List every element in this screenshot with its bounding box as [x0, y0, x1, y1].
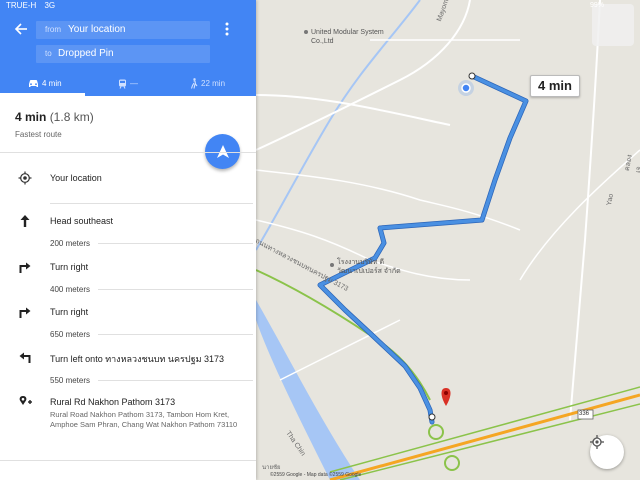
poi-company-label: United Modular System Co.,Ltd — [311, 29, 384, 45]
carrier-label: TRUE-H — [6, 1, 37, 10]
step-destination-text: Rural Rd Nakhon Pathom 3173 — [50, 397, 176, 407]
tab-drive-label: 4 min — [42, 78, 62, 88]
route-end-dot — [428, 413, 436, 421]
tab-transit[interactable]: — — [118, 71, 138, 96]
directions-header: TRUE-H 3G from Your location to Dropped Pi… — [0, 0, 256, 96]
tab-transit-label: — — [130, 78, 138, 88]
road-shield-label: 336 — [579, 411, 590, 417]
roundabout — [428, 424, 444, 440]
poi-thai-label-1: โรงงานบริษัท ดี — [337, 259, 384, 266]
minor-road — [255, 0, 471, 151]
step-divider — [50, 203, 253, 204]
step-divider — [98, 380, 253, 381]
river — [256, 300, 360, 480]
turn-right-icon — [18, 260, 32, 274]
step-divider — [98, 243, 253, 244]
origin-field-label: from — [45, 25, 61, 34]
map-attribution: ©2559 Google - Map data ©2559 Google — [270, 472, 362, 478]
minor-road — [255, 94, 451, 126]
arrow-back-icon — [14, 23, 27, 35]
step-4-text: Turn left onto ทางหลวงชนบท นครปฐม 3173 — [50, 354, 225, 364]
bottom-divider — [0, 460, 256, 461]
my-location-dot — [461, 83, 471, 93]
step-1-text: Head southeast — [50, 216, 114, 226]
car-icon — [29, 80, 38, 87]
my-location-icon — [18, 171, 32, 185]
corner-thai-label: นายชัย — [262, 465, 281, 471]
step-2-distance: 400 meters — [50, 285, 91, 294]
turn-left-icon — [18, 350, 32, 364]
route-time-chip[interactable]: 4 min — [530, 75, 580, 97]
step-1-distance: 200 meters — [50, 239, 91, 248]
origin-field[interactable]: from Your location — [36, 21, 210, 39]
crosshair-icon — [590, 435, 604, 449]
status-bar: TRUE-H 3G — [0, 0, 256, 12]
poi-thai-label-2: วัฒนาเปเปอร์ส จำกัด — [337, 268, 401, 275]
destination-field[interactable]: to Dropped Pin — [36, 45, 210, 63]
step-4-distance: 550 meters — [50, 376, 91, 385]
destination-pin-icon — [18, 395, 32, 409]
summary-divider — [0, 152, 256, 153]
route-start-dot — [468, 72, 476, 80]
destination-address: Rural Road Nakhon Pathom 3173, Tambon Ho… — [50, 410, 238, 429]
travel-mode-tabs: 4 min — 22 min — [0, 71, 256, 96]
roundabout — [444, 455, 460, 471]
road-label-right-2: คลองเจ — [623, 153, 640, 174]
route-summary: 4 min (1.8 km) — [15, 110, 94, 124]
my-location-button[interactable] — [590, 435, 624, 469]
step-3-distance: 650 meters — [50, 330, 91, 339]
route-summary-subtitle: Fastest route — [15, 130, 62, 139]
step-3-text: Turn right — [50, 307, 89, 317]
step-divider — [98, 289, 253, 290]
more-vert-icon — [225, 22, 229, 36]
origin-field-value: Your location — [68, 24, 126, 35]
turn-right-icon — [18, 305, 32, 319]
poi-dot — [304, 30, 308, 34]
tab-selected-indicator — [0, 93, 85, 96]
route-outline — [317, 73, 529, 425]
destination-field-value: Dropped Pin — [58, 48, 114, 59]
destination-field-label: to — [45, 49, 52, 58]
directions-panel: TRUE-H 3G from Your location to Dropped Pi… — [0, 0, 256, 480]
route-summary-time: 4 min — [15, 110, 47, 124]
tab-walk-label: 22 min — [201, 78, 226, 88]
route-summary-distance: (1.8 km) — [49, 110, 94, 124]
dropped-pin-icon — [441, 388, 451, 406]
poi-dot — [330, 263, 334, 267]
tab-walk[interactable]: 22 min — [190, 71, 225, 96]
minor-road — [569, 0, 601, 421]
minor-road — [279, 319, 401, 381]
battery-indicator: 99% — [590, 2, 605, 9]
step-2-text: Turn right — [50, 262, 89, 272]
step-divider — [98, 334, 253, 335]
arrow-up-icon — [18, 214, 32, 228]
train-icon — [119, 79, 126, 89]
back-button[interactable] — [14, 22, 30, 38]
route-line — [318, 74, 528, 424]
walk-icon — [190, 78, 198, 89]
step-origin-text: Your location — [50, 173, 102, 183]
network-label: 3G — [44, 1, 56, 10]
more-options-button[interactable] — [221, 22, 233, 38]
